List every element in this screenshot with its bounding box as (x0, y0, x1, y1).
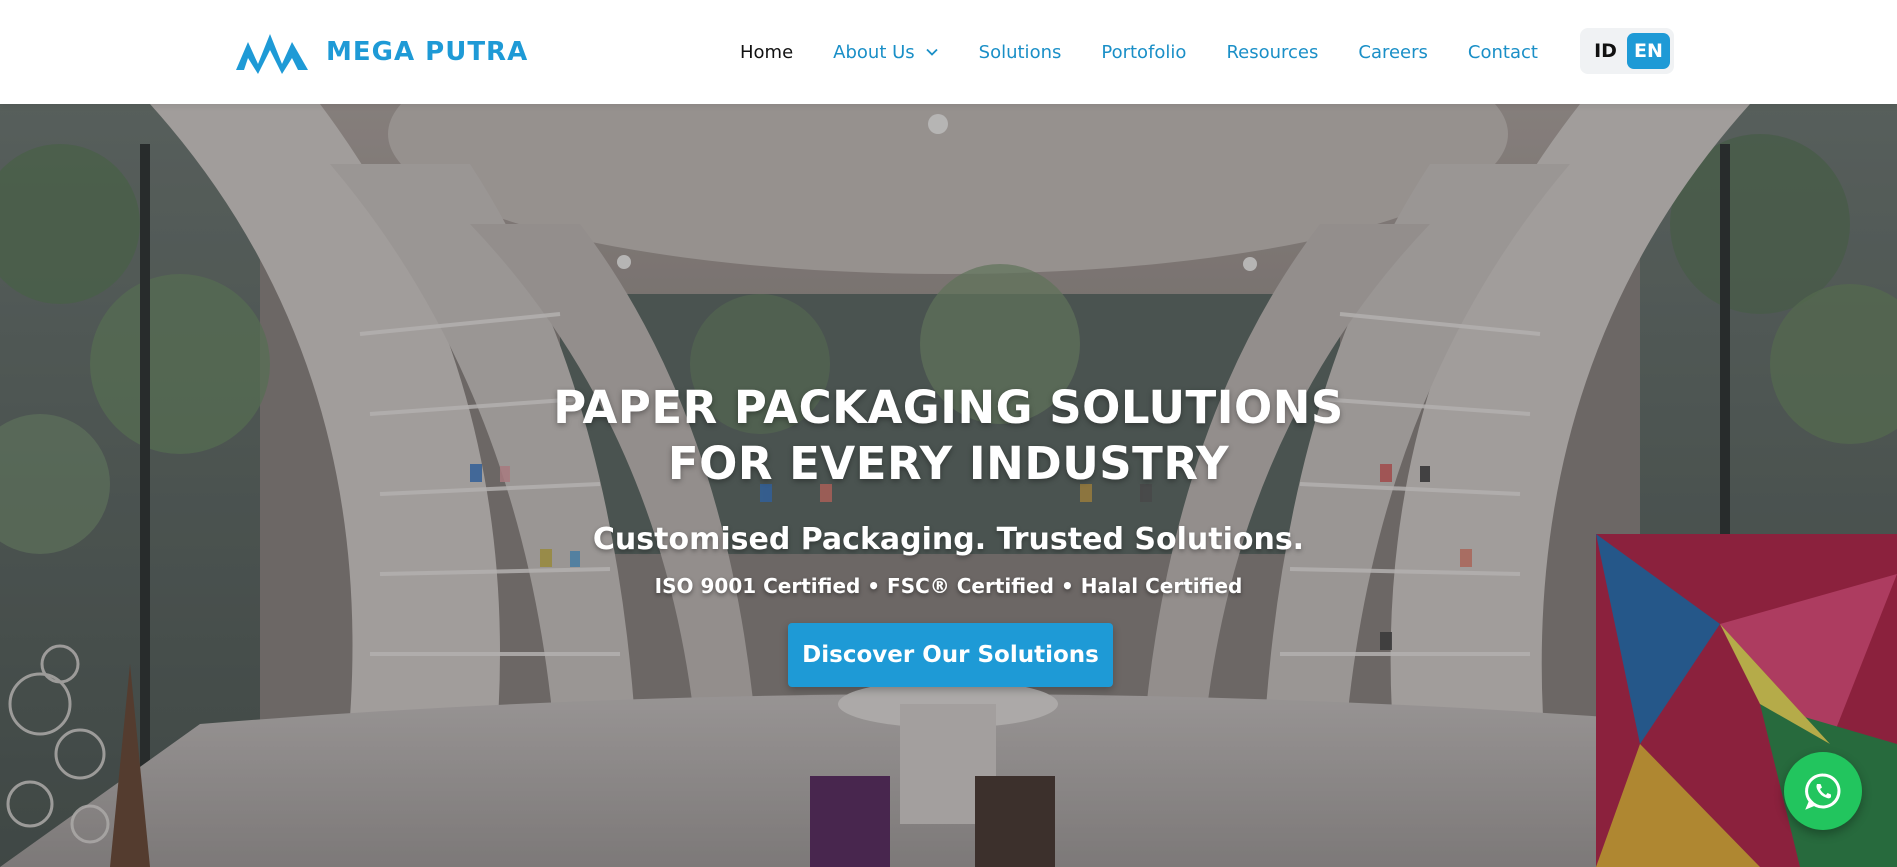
nav-resources-label: Resources (1226, 41, 1319, 63)
nav-careers-label: Careers (1358, 41, 1428, 63)
hero-certifications: ISO 9001 Certified • FSC® Certified • Ha… (654, 574, 1243, 598)
nav-solutions[interactable]: Solutions (979, 42, 1062, 63)
lang-en-button[interactable]: EN (1627, 33, 1670, 69)
nav-home-label: Home (740, 41, 794, 63)
hero-title-line-1: PAPER PACKAGING SOLUTIONS (553, 381, 1344, 434)
whatsapp-button[interactable] (1784, 752, 1862, 830)
main-nav: Home About Us Solutions Portofolio Resou… (740, 0, 1578, 104)
nav-solutions-label: Solutions (978, 41, 1062, 63)
hero-title-line-2: FOR EVERY INDUSTRY (667, 437, 1230, 490)
whatsapp-icon (1805, 773, 1841, 810)
nav-about-us-label: About Us (833, 41, 915, 63)
nav-careers[interactable]: Careers (1358, 42, 1428, 63)
lang-id-button[interactable]: ID (1584, 33, 1627, 69)
hero-title: PAPER PACKAGING SOLUTIONS FOR EVERY INDU… (0, 380, 1897, 492)
nav-contact-label: Contact (1467, 41, 1538, 63)
discover-solutions-button[interactable]: Discover Our Solutions (788, 623, 1113, 687)
nav-portofolio-label: Portofolio (1101, 41, 1187, 63)
site-header: MEGA PUTRA Home About Us Solutions Porto… (0, 0, 1897, 104)
nav-portofolio[interactable]: Portofolio (1101, 42, 1186, 63)
brand-name: MEGA PUTRA (326, 37, 529, 67)
language-switcher: ID EN (1580, 28, 1674, 74)
chevron-down-icon (926, 48, 938, 56)
nav-home[interactable]: Home (740, 42, 793, 63)
nav-resources[interactable]: Resources (1226, 42, 1318, 63)
hero-section: PAPER PACKAGING SOLUTIONS FOR EVERY INDU… (0, 104, 1897, 867)
mega-putra-logo-icon (236, 34, 308, 74)
nav-about-us[interactable]: About Us (833, 42, 939, 63)
nav-contact[interactable]: Contact (1468, 42, 1538, 63)
brand-logo[interactable]: MEGA PUTRA (234, 28, 528, 76)
hero-subtitle: Customised Packaging. Trusted Solutions. (592, 522, 1305, 557)
